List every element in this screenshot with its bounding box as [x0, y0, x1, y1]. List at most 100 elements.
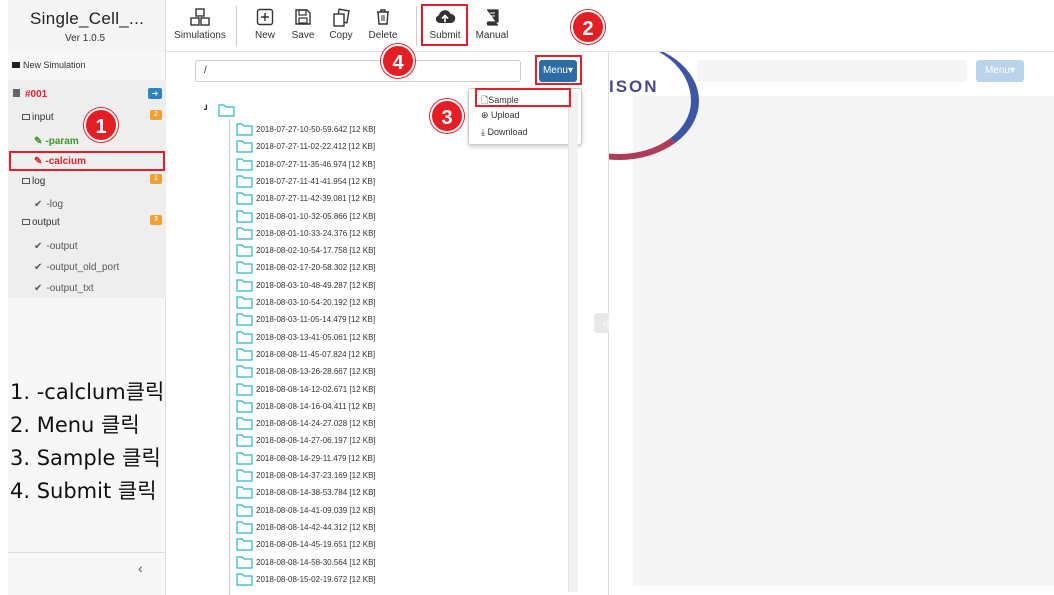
- input-count-badge: 2: [150, 110, 162, 120]
- input-folder[interactable]: input: [22, 112, 54, 123]
- new-simulation-item[interactable]: New Simulation: [12, 60, 86, 71]
- folder-icon: [236, 279, 253, 292]
- new-button[interactable]: New: [252, 8, 278, 41]
- file-name: 2018-08-01-10-32-05.866 [12 KB]: [256, 211, 376, 221]
- delete-label: Delete: [368, 30, 398, 41]
- log-item[interactable]: ✔ -log: [34, 199, 63, 210]
- file-name: 2018-08-08-14-29-11.479 [12 KB]: [256, 453, 376, 463]
- output-count-badge: 3: [150, 215, 162, 225]
- folder-icon: [236, 469, 253, 482]
- output-item-label: -output: [46, 241, 78, 252]
- folder-icon: [236, 538, 253, 551]
- download-menu-item[interactable]: ⤓ Download: [481, 127, 528, 138]
- folder-icon: [236, 348, 253, 361]
- job-arrow-button[interactable]: ➜: [148, 88, 162, 99]
- input-label: input: [32, 112, 54, 123]
- folder-icon: [12, 62, 20, 68]
- cubes-icon: [174, 8, 226, 30]
- file-name: 2018-08-08-13-26-28.667 [12 KB]: [256, 367, 376, 377]
- log-folder[interactable]: log: [22, 176, 45, 187]
- output-item[interactable]: ✔ -output: [34, 241, 78, 252]
- chevron-left-icon[interactable]: ‹: [138, 560, 143, 576]
- file-name: 2018-08-03-10-48-49.287 [12 KB]: [256, 280, 376, 290]
- plus-square-icon: [252, 8, 278, 30]
- save-icon: [288, 8, 318, 30]
- folder-open-icon: [218, 104, 235, 117]
- folder-icon: [236, 209, 253, 223]
- log-count-badge: 1: [150, 174, 162, 184]
- new-label: New: [254, 30, 275, 41]
- highlight-calcium: [9, 151, 165, 171]
- manual-button[interactable]: Manual: [474, 8, 510, 41]
- output-item[interactable]: ✔ -output_old_port: [34, 262, 119, 273]
- delete-button[interactable]: Delete: [368, 8, 398, 41]
- viewer-path-bar: [697, 60, 967, 82]
- check-icon: ✔: [34, 262, 43, 273]
- file-name: 2018-08-08-14-12-02.671 [12 KB]: [256, 384, 376, 394]
- step-marker: 4: [381, 44, 415, 78]
- folder-icon: [236, 330, 253, 344]
- viewer-menu-button[interactable]: Menu▾: [976, 60, 1024, 82]
- file-name: 2018-08-08-14-24-27.028 [12 KB]: [256, 419, 376, 429]
- folder-icon: [236, 227, 253, 240]
- upload-menu-item[interactable]: ⊕ Upload: [481, 110, 520, 121]
- tree-toggle-icon: ┛: [204, 105, 209, 114]
- trash-icon: [368, 8, 398, 30]
- logo-text: ISON: [609, 77, 659, 96]
- scrollbar[interactable]: [568, 92, 578, 592]
- download-label: Download: [487, 127, 528, 137]
- toolbar: Simulations New Save Copy Delete Submit …: [166, 0, 1054, 52]
- highlight-sample: [475, 88, 571, 107]
- file-name: 2018-08-02-10-54-17.758 [12 KB]: [256, 246, 376, 256]
- simulations-label: Simulations: [174, 30, 226, 41]
- copy-button[interactable]: Copy: [328, 8, 354, 41]
- file-name: 2018-08-03-10-54-20.192 [12 KB]: [256, 298, 376, 307]
- file-name: 2018-08-03-13-41-05.061 [12 KB]: [256, 332, 376, 342]
- copy-label: Copy: [329, 30, 353, 41]
- folder-icon: [236, 313, 253, 326]
- app-header: Single_Cell_... Ver 1.0.5: [8, 0, 166, 52]
- upload-icon: ⊕: [481, 110, 492, 120]
- file-panel: / Menu▾ 🗋Sample ⊕ Upload ⤓ Download ┛ 20…: [166, 52, 608, 595]
- folder-icon: [236, 400, 253, 413]
- output-label: output: [32, 217, 60, 228]
- tree-line: [229, 119, 230, 595]
- instruction-line: 3. Sample 클릭: [10, 446, 161, 470]
- file-name: 2018-07-27-11-42-39.081 [12 KB]: [256, 194, 376, 204]
- step-marker: 2: [571, 10, 605, 44]
- file-name: 2018-07-27-11-35-46.974 [12 KB]: [256, 159, 376, 169]
- copy-icon: [328, 8, 354, 30]
- highlight-submit: [421, 4, 468, 46]
- folder-icon: [236, 555, 253, 569]
- save-button[interactable]: Save: [288, 8, 318, 41]
- file-name: 2018-08-08-14-16-04.411 [12 KB]: [256, 401, 376, 411]
- check-icon: ✔: [34, 241, 43, 252]
- manual-label: Manual: [475, 30, 509, 41]
- check-icon: ✔: [34, 283, 43, 294]
- folder-icon: [236, 123, 253, 136]
- viewer-canvas: [633, 96, 1054, 586]
- simulations-button[interactable]: Simulations: [174, 8, 226, 41]
- param-item[interactable]: ✎ -param: [34, 136, 79, 147]
- folder-icon: [236, 157, 253, 171]
- file-name: 2018-08-08-14-37-23.169 [12 KB]: [256, 471, 376, 480]
- step-marker: 1: [84, 108, 118, 142]
- folder-icon: [236, 434, 253, 447]
- output-folder[interactable]: output: [22, 217, 60, 228]
- file-name: 2018-08-08-14-42-44.312 [12 KB]: [256, 522, 376, 532]
- folder-icon: [236, 192, 253, 205]
- step-marker: 3: [430, 99, 464, 133]
- instruction-line: 4. Submit 클릭: [10, 479, 157, 503]
- path-input[interactable]: /: [195, 60, 521, 82]
- output-item[interactable]: ✔ -output_txt: [34, 283, 94, 294]
- folder-icon: [236, 382, 253, 396]
- book-icon: [474, 8, 510, 30]
- save-label: Save: [291, 30, 315, 41]
- toolbar-divider: [236, 6, 237, 46]
- file-name: 2018-08-08-11-45-07.824 [12 KB]: [256, 349, 376, 359]
- instructions: 1. -calclum클릭 2. Menu 클릭 3. Sample 클릭 4.…: [10, 376, 164, 508]
- folder-icon: [236, 365, 253, 378]
- job-item[interactable]: #001: [13, 89, 47, 100]
- file-name: 2018-08-08-14-27-06.197 [12 KB]: [256, 436, 376, 446]
- laptop-icon: [22, 178, 30, 184]
